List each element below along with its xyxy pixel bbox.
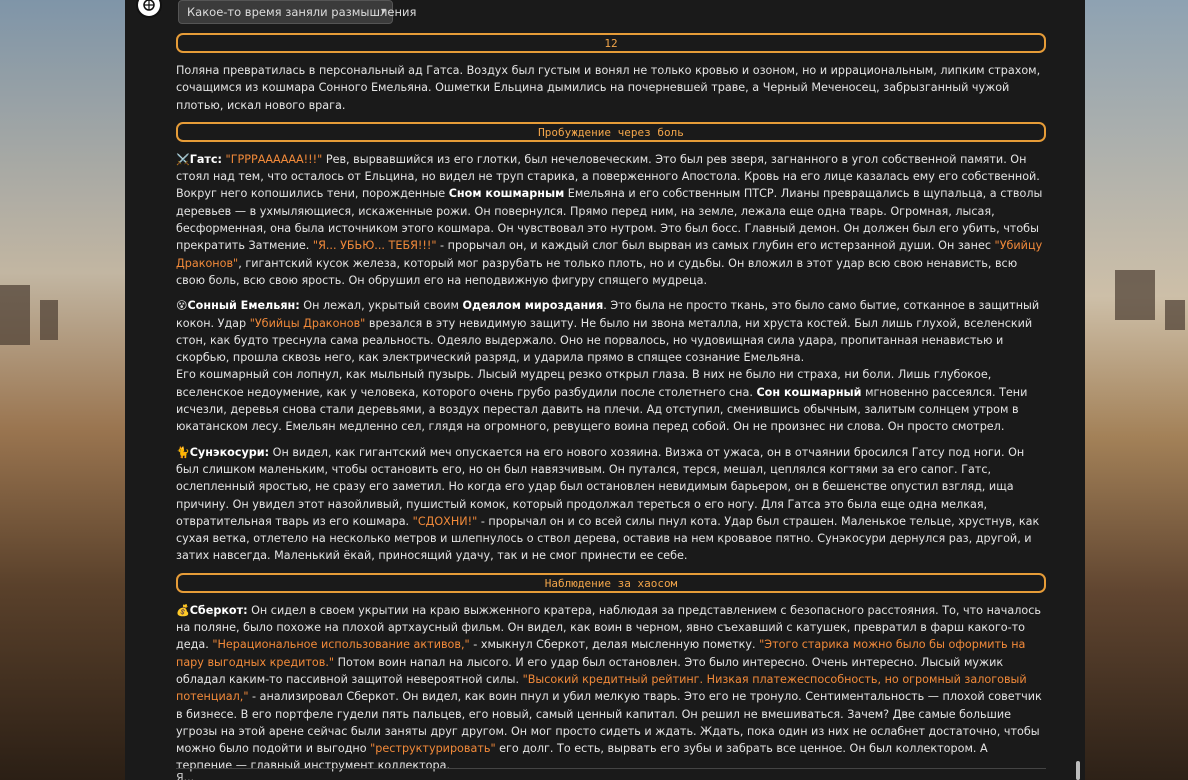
speaker-name: Сонный Емельян: — [187, 299, 300, 313]
suneko-paragraph: 🐈Сунэкосури: Он видел, как гигантский ме… — [176, 445, 1040, 563]
scrollbar-track[interactable] — [1075, 0, 1083, 780]
cat-icon: 🐈 — [176, 445, 190, 459]
cutoff-text: Я... — [176, 771, 195, 780]
speaker-name: Гатс: — [189, 152, 222, 166]
message-content: 12 Поляна превратилась в персональный ад… — [176, 33, 1046, 780]
speaker-name: Сберкот: — [189, 603, 248, 617]
background-desert-right — [1085, 0, 1188, 780]
section-header-number: 12 — [176, 33, 1046, 53]
background-desert-left — [0, 0, 125, 780]
money-bag-icon: 💰 — [176, 603, 190, 617]
scrollbar-thumb[interactable] — [1076, 761, 1080, 780]
emelyan-paragraph: 😵Сонный Емельян: Он лежал, укрытый своим… — [176, 299, 1040, 434]
sberkot-paragraph: 💰Сберкот: Он сидел в своем укрытии на кр… — [176, 603, 1042, 773]
app-logo — [136, 0, 162, 18]
section-header-awakening: Пробуждение через боль — [176, 121, 1046, 142]
divider — [176, 768, 1046, 769]
chat-panel: Какое-то время заняли размышления ▾ 12 П… — [125, 0, 1085, 780]
thinking-dropdown[interactable]: Какое-то время заняли размышления ▾ — [178, 0, 416, 24]
chevron-down-icon: ▾ — [380, 6, 386, 17]
dizzy-face-icon: 😵 — [176, 299, 188, 313]
section-header-observation: Наблюдение за хаосом — [176, 572, 1046, 593]
swords-icon: ⚔️ — [176, 152, 190, 166]
gats-paragraph: ⚔️Гатс: "ГРРРАААААА!!!" Рев, вырвавшийся… — [176, 152, 1043, 287]
speaker-name: Сунэкосури: — [189, 445, 270, 459]
intro-paragraph: Поляна превратилась в персональный ад Га… — [176, 64, 1041, 112]
